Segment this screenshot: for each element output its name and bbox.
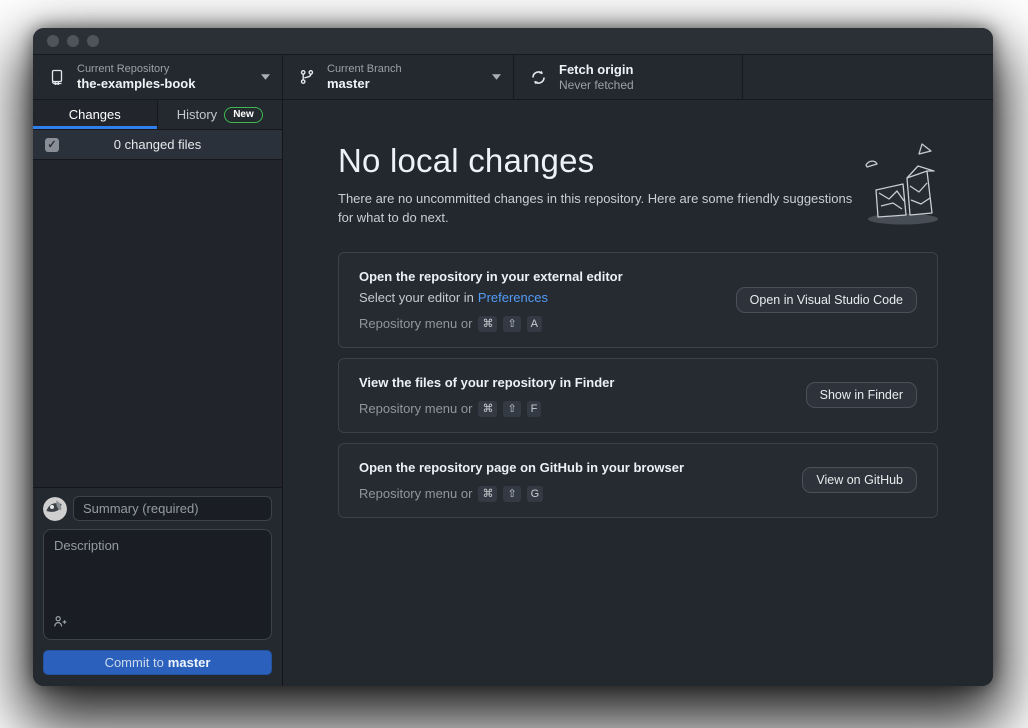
commit-button-prefix: Commit to bbox=[105, 655, 164, 670]
chevron-down-icon bbox=[492, 74, 501, 80]
tab-changes-label: Changes bbox=[69, 107, 121, 122]
toolbar: Current Repository the-examples-book Cur… bbox=[33, 54, 993, 100]
branch-text: Current Branch master bbox=[327, 62, 486, 92]
toolbar-spacer bbox=[743, 55, 993, 99]
app-window: Current Repository the-examples-book Cur… bbox=[33, 28, 993, 686]
commit-form: Commit to master bbox=[33, 487, 282, 686]
suggestion-cards: Open the repository in your external edi… bbox=[338, 252, 938, 518]
select-all-checkbox[interactable]: ✓ bbox=[45, 138, 59, 152]
card-text: View the files of your repository in Fin… bbox=[359, 374, 788, 417]
key-command: ⌘ bbox=[478, 316, 497, 332]
fetch-status: Never fetched bbox=[559, 78, 730, 93]
commit-button-branch: master bbox=[168, 655, 211, 670]
commit-button[interactable]: Commit to master bbox=[43, 650, 272, 675]
summary-input[interactable] bbox=[73, 496, 272, 521]
open-in-editor-button[interactable]: Open in Visual Studio Code bbox=[736, 287, 917, 313]
key-shift: ⇧ bbox=[503, 316, 520, 332]
preferences-link[interactable]: Preferences bbox=[478, 290, 548, 305]
tab-changes[interactable]: Changes bbox=[33, 100, 158, 129]
key-letter: F bbox=[527, 401, 542, 417]
repo-icon bbox=[49, 69, 65, 85]
main-panel: No local changes There are no uncommitte… bbox=[283, 100, 993, 686]
sync-icon bbox=[530, 69, 547, 86]
shortcut-row: Repository menu or ⌘ ⇧ F bbox=[359, 401, 788, 417]
card-line2-prefix: Select your editor in bbox=[359, 290, 474, 305]
shortcut-prefix: Repository menu or bbox=[359, 316, 472, 331]
description-box bbox=[43, 529, 272, 640]
sidebar: Changes History New ✓ 0 changed files bbox=[33, 100, 283, 686]
suggestion-card-github: Open the repository page on GitHub in yo… bbox=[338, 443, 938, 518]
card-text: Open the repository page on GitHub in yo… bbox=[359, 459, 784, 502]
key-letter: G bbox=[527, 486, 544, 502]
zoom-button[interactable] bbox=[87, 35, 99, 47]
key-letter: A bbox=[527, 316, 542, 332]
key-command: ⌘ bbox=[478, 486, 497, 502]
minimize-button[interactable] bbox=[67, 35, 79, 47]
git-branch-icon bbox=[299, 69, 315, 85]
chevron-down-icon bbox=[261, 74, 270, 80]
page-subtitle: There are no uncommitted changes in this… bbox=[338, 190, 853, 228]
branch-label: Current Branch bbox=[327, 62, 486, 76]
tab-history-label: History bbox=[177, 107, 217, 122]
card-title: Open the repository in your external edi… bbox=[359, 268, 718, 286]
repo-name: the-examples-book bbox=[77, 76, 255, 92]
card-title: View the files of your repository in Fin… bbox=[359, 374, 788, 392]
repo-text: Current Repository the-examples-book bbox=[77, 62, 255, 92]
current-branch-dropdown[interactable]: Current Branch master bbox=[283, 55, 514, 99]
changed-files-header: ✓ 0 changed files bbox=[33, 130, 282, 160]
key-shift: ⇧ bbox=[503, 486, 520, 502]
current-repository-dropdown[interactable]: Current Repository the-examples-book bbox=[33, 55, 283, 99]
changed-files-list bbox=[33, 160, 282, 487]
fetch-origin-button[interactable]: Fetch origin Never fetched bbox=[514, 55, 743, 99]
crumpled-paper-illustration bbox=[854, 136, 949, 236]
shortcut-row: Repository menu or ⌘ ⇧ G bbox=[359, 486, 784, 502]
key-shift: ⇧ bbox=[503, 401, 520, 417]
shortcut-prefix: Repository menu or bbox=[359, 401, 472, 416]
suggestion-card-editor: Open the repository in your external edi… bbox=[338, 252, 938, 348]
card-title: Open the repository page on GitHub in yo… bbox=[359, 459, 784, 477]
add-coauthor-button[interactable] bbox=[53, 614, 68, 632]
description-input[interactable] bbox=[44, 530, 271, 608]
card-text: Open the repository in your external edi… bbox=[359, 268, 718, 332]
repo-label: Current Repository bbox=[77, 62, 255, 76]
view-on-github-button[interactable]: View on GitHub bbox=[802, 467, 917, 493]
suggestion-card-finder: View the files of your repository in Fin… bbox=[338, 358, 938, 433]
close-button[interactable] bbox=[47, 35, 59, 47]
new-badge: New bbox=[224, 107, 263, 123]
summary-row bbox=[43, 496, 272, 521]
shortcut-row: Repository menu or ⌘ ⇧ A bbox=[359, 316, 718, 332]
person-plus-icon bbox=[53, 614, 68, 632]
avatar bbox=[43, 497, 67, 521]
card-line2: Select your editor in Preferences bbox=[359, 289, 718, 307]
fetch-text: Fetch origin Never fetched bbox=[559, 62, 730, 93]
titlebar bbox=[33, 28, 993, 54]
show-in-finder-button[interactable]: Show in Finder bbox=[806, 382, 917, 408]
key-command: ⌘ bbox=[478, 401, 497, 417]
fetch-label: Fetch origin bbox=[559, 62, 730, 78]
sidebar-tabs: Changes History New bbox=[33, 100, 282, 130]
shortcut-prefix: Repository menu or bbox=[359, 486, 472, 501]
content: Changes History New ✓ 0 changed files bbox=[33, 100, 993, 686]
branch-name: master bbox=[327, 76, 486, 92]
tab-history[interactable]: History New bbox=[158, 100, 283, 129]
changed-files-count: 0 changed files bbox=[114, 137, 201, 152]
